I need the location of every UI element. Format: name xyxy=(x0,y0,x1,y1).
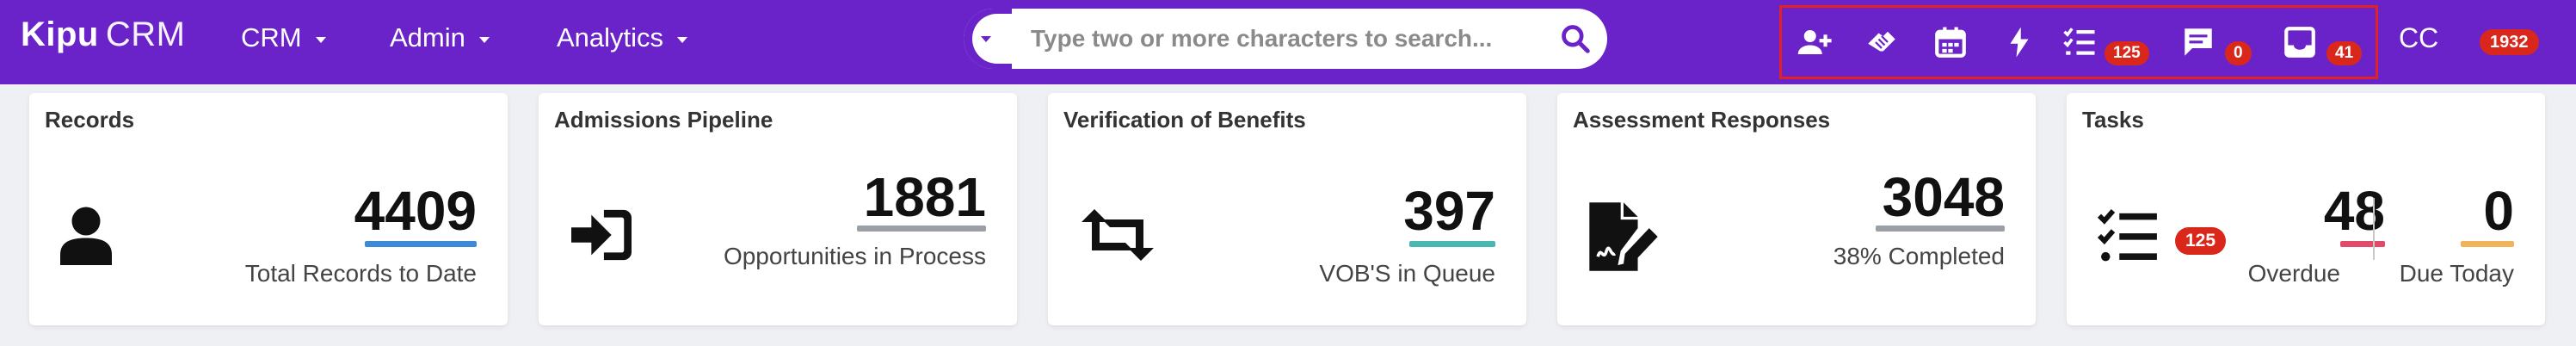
records-underline xyxy=(365,241,477,247)
user-initials: CC xyxy=(2399,22,2439,53)
brand-name: Kipu xyxy=(21,15,99,53)
brand-logo[interactable]: Kipu CRM xyxy=(21,15,185,54)
card-title: Tasks xyxy=(2082,107,2144,133)
inbox-icon[interactable] xyxy=(2282,24,2318,60)
assessment-label: 38% Completed xyxy=(1833,243,2005,269)
file-signature-icon xyxy=(1589,202,1658,271)
chevron-down-icon xyxy=(981,36,991,42)
card-title: Records xyxy=(45,107,135,133)
global-search xyxy=(964,9,1607,69)
task-list-icon xyxy=(2097,208,2157,262)
nav-admin[interactable]: Admin xyxy=(390,22,490,53)
user-notification-badge: 1932 xyxy=(2480,29,2539,55)
search-input[interactable] xyxy=(1031,20,1530,58)
nav-analytics-label: Analytics xyxy=(557,22,664,53)
vob-card[interactable]: Verification of Benefits 397 VOB'S in Qu… xyxy=(1048,93,1526,325)
admissions-value: 1881 xyxy=(863,166,986,228)
top-navbar: Kipu CRM CRM Admin Analytics Type two or… xyxy=(0,0,2576,84)
admissions-label: Opportunities in Process xyxy=(723,243,986,269)
tasks-card[interactable]: Tasks 125 48 Overdue 0 Due Today xyxy=(2067,93,2545,325)
calendar-icon[interactable] xyxy=(1932,24,1969,60)
vob-label: VOB'S in Queue xyxy=(1319,260,1495,287)
nav-admin-label: Admin xyxy=(390,22,465,53)
retweet-icon xyxy=(1082,209,1154,261)
tasks-badge: 125 xyxy=(2175,227,2227,255)
chevron-down-icon xyxy=(315,36,326,43)
messages-count-badge: 0 xyxy=(2225,41,2252,65)
records-card[interactable]: Records 4409 Total Records to Date xyxy=(29,93,508,325)
vob-underline xyxy=(1409,241,1495,247)
nav-analytics[interactable]: Analytics xyxy=(557,22,688,53)
assessment-value: 3048 xyxy=(1882,166,2005,228)
message-icon[interactable] xyxy=(2180,24,2216,60)
add-user-icon[interactable] xyxy=(1796,24,1833,60)
inbox-count-badge: 41 xyxy=(2326,41,2363,65)
brand-product: CRM xyxy=(105,15,186,53)
due-today-value: 0 xyxy=(2483,180,2514,242)
due-today-underline xyxy=(2461,241,2514,247)
search-scope-dropdown[interactable] xyxy=(964,9,1012,69)
sign-in-icon xyxy=(571,209,632,261)
vob-value: 397 xyxy=(1403,180,1495,242)
chevron-down-icon xyxy=(478,36,490,43)
nav-crm[interactable]: CRM xyxy=(241,22,326,53)
records-label: Total Records to Date xyxy=(244,260,477,287)
overdue-underline xyxy=(2340,241,2385,247)
tasks-divider xyxy=(2373,198,2375,260)
handshake-icon[interactable] xyxy=(1864,24,1900,60)
card-title: Admissions Pipeline xyxy=(554,107,773,133)
chevron-down-icon xyxy=(677,36,688,43)
search-scope-inner xyxy=(972,14,1012,64)
assessment-card[interactable]: Assessment Responses 3048 38% Completed xyxy=(1557,93,2036,325)
overdue-value: 48 xyxy=(2323,180,2385,242)
card-title: Verification of Benefits xyxy=(1063,107,1306,133)
records-value: 4409 xyxy=(354,180,477,242)
lightning-icon[interactable] xyxy=(2001,24,2037,60)
due-today-label: Due Today xyxy=(2399,260,2514,287)
user-icon xyxy=(60,207,112,265)
admissions-underline xyxy=(857,226,986,232)
admissions-card[interactable]: Admissions Pipeline 1881 Opportunities i… xyxy=(539,93,1017,325)
overdue-label: Overdue xyxy=(2247,260,2340,287)
tasks-count-badge: 125 xyxy=(2105,41,2149,65)
assessment-underline xyxy=(1876,226,2005,232)
task-list-icon[interactable] xyxy=(2061,24,2098,60)
card-title: Assessment Responses xyxy=(1573,107,1831,133)
nav-crm-label: CRM xyxy=(241,22,302,53)
search-icon[interactable] xyxy=(1559,22,1592,55)
